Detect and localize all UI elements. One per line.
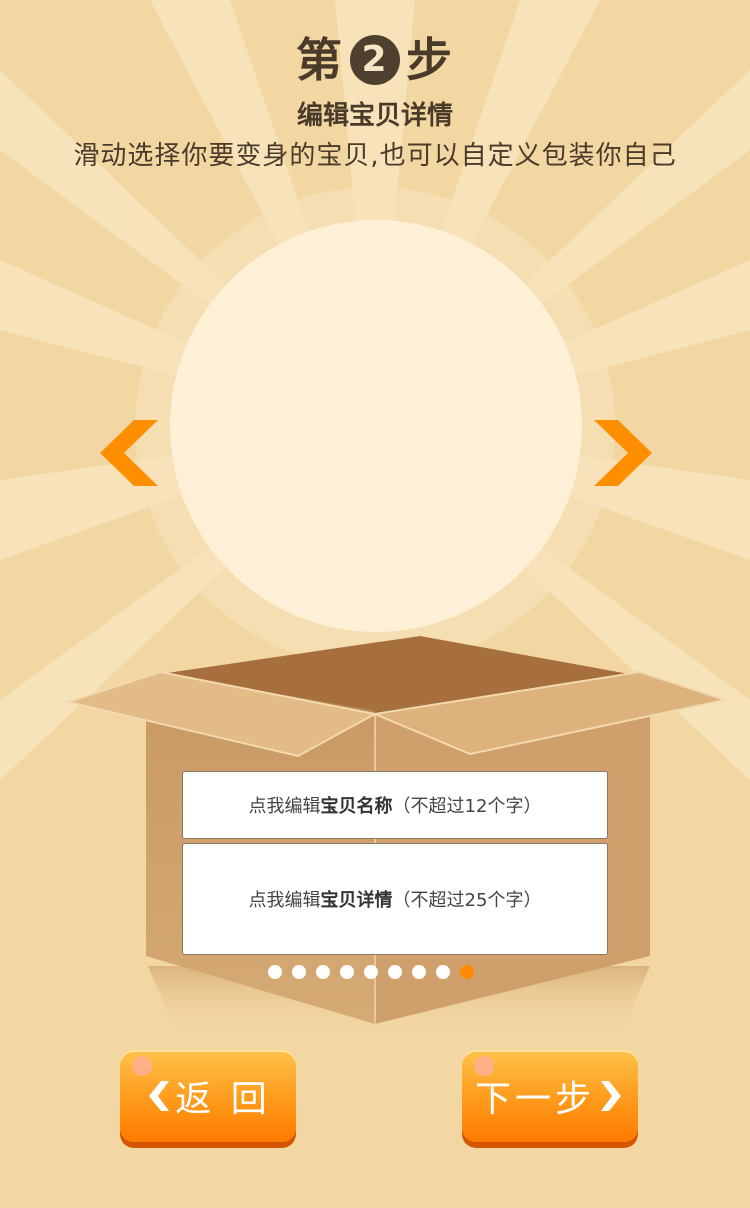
prev-item-button[interactable]: [100, 420, 160, 486]
pagination-dot[interactable]: [316, 965, 330, 979]
carousel-pagination: [268, 965, 474, 979]
step-number-badge: 2: [350, 35, 400, 85]
page-description: 滑动选择你要变身的宝贝,也可以自定义包装你自己: [73, 141, 677, 171]
pagination-dot[interactable]: [364, 965, 378, 979]
field-keyword: 宝贝名称: [320, 796, 393, 817]
field-limit-hint: （不超过12个字）: [392, 796, 542, 817]
pagination-dot[interactable]: [412, 965, 426, 979]
step-title: 第 2 步: [0, 30, 750, 90]
chevron-right-icon: [601, 1081, 621, 1111]
step-prefix: 第: [296, 33, 344, 87]
pagination-dot[interactable]: [436, 965, 450, 979]
chevron-left-icon: [149, 1081, 170, 1111]
pagination-dot[interactable]: [388, 965, 402, 979]
back-button[interactable]: 返 回: [120, 1050, 296, 1142]
pagination-dot[interactable]: [292, 965, 306, 979]
page-header: 第 2 步 编辑宝贝详情 滑动选择你要变身的宝贝,也可以自定义包装你自己: [0, 30, 750, 174]
page-subtitle: 编辑宝贝详情: [296, 101, 453, 131]
product-name-field[interactable]: 点我编辑 宝贝名称 （不超过12个字）: [182, 771, 608, 839]
pagination-dot[interactable]: [268, 965, 282, 979]
product-preview-circle[interactable]: [170, 220, 582, 632]
button-shine: [132, 1056, 152, 1076]
field-prefix: 点我编辑: [248, 796, 321, 817]
field-keyword: 宝贝详情: [320, 890, 393, 911]
next-button-label: 下一步: [474, 1079, 595, 1120]
pagination-dot[interactable]: [340, 965, 354, 979]
pagination-dot[interactable]: [460, 965, 474, 979]
field-prefix: 点我编辑: [248, 890, 321, 911]
chevron-left-icon: [100, 420, 158, 486]
button-shine: [474, 1056, 494, 1076]
back-button-label: 返 回: [175, 1079, 271, 1120]
chevron-right-icon: [594, 420, 652, 486]
next-item-button[interactable]: [592, 420, 652, 486]
product-detail-field[interactable]: 点我编辑 宝贝详情 （不超过25个字）: [182, 843, 608, 955]
step-suffix: 步: [406, 33, 454, 87]
field-limit-hint: （不超过25个字）: [392, 890, 542, 911]
next-step-button[interactable]: 下一步: [462, 1050, 638, 1142]
